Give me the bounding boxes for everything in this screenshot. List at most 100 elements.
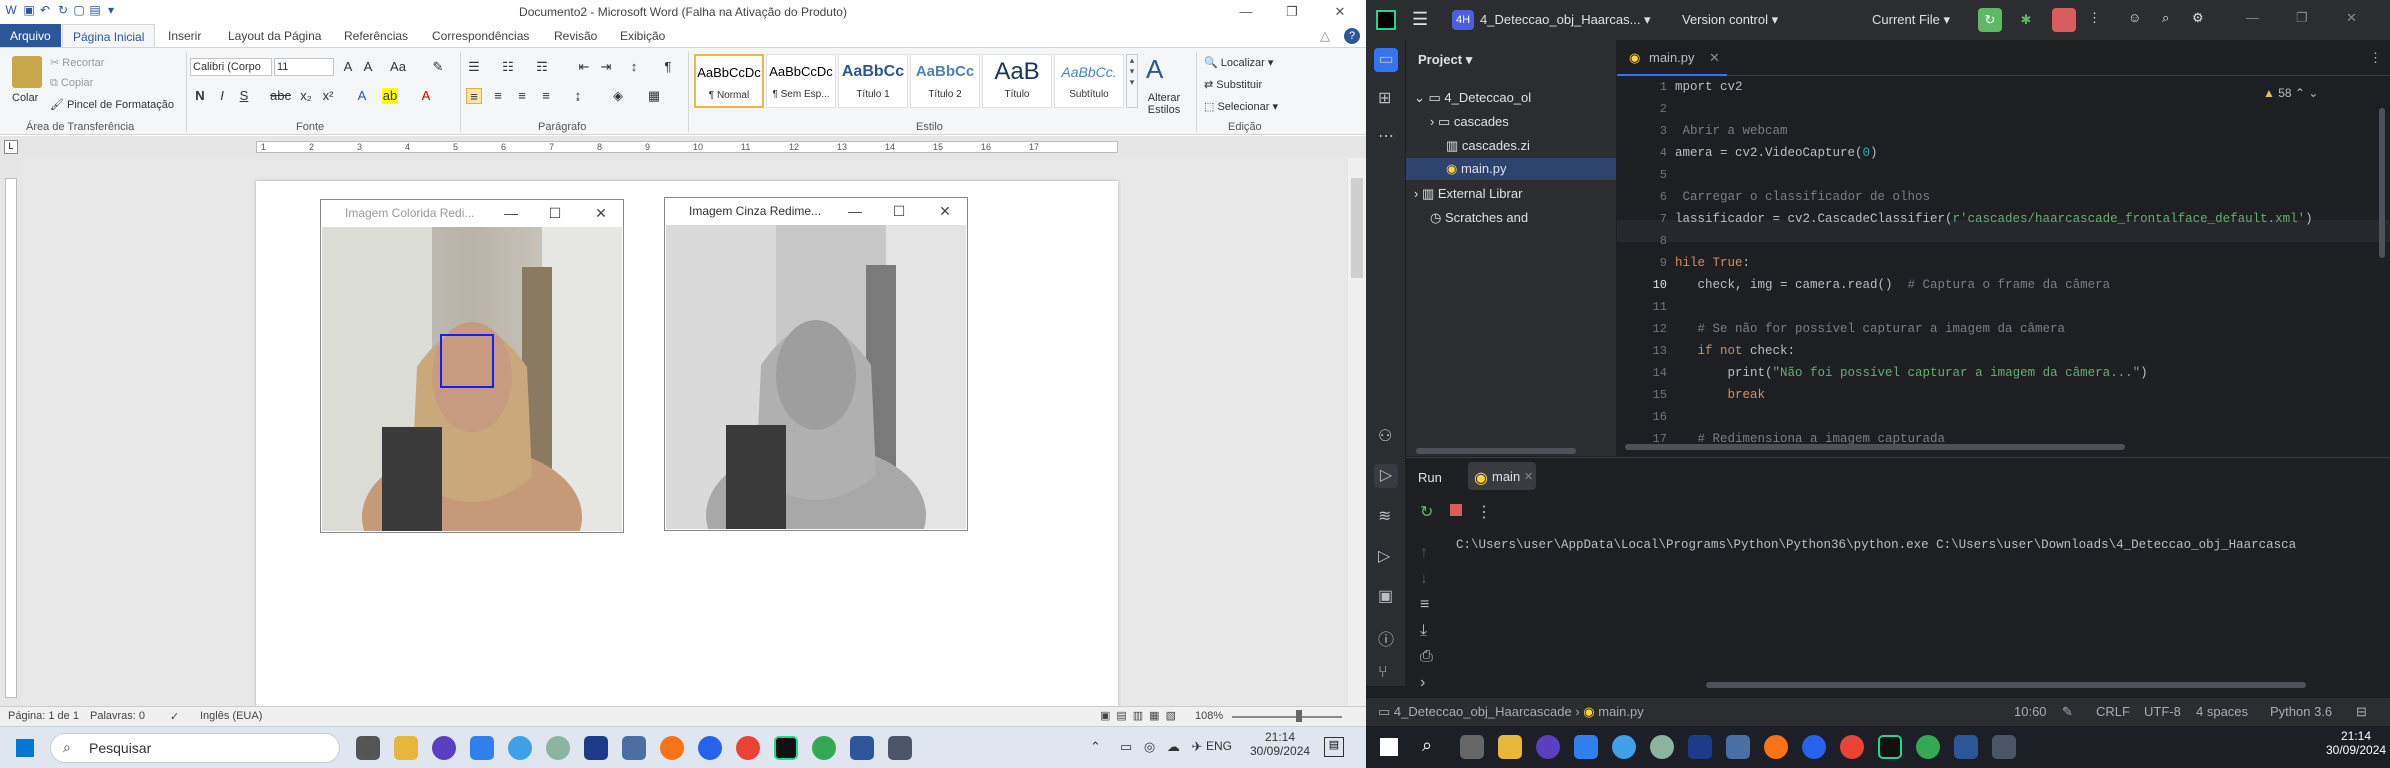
project-hscroll[interactable] — [1416, 448, 1576, 454]
gray-window-titlebar[interactable]: Imagem Cinza Redime... — ☐ ✕ — [665, 198, 967, 224]
chrome-icon[interactable] — [812, 736, 836, 760]
main-menu-icon[interactable]: ☰ — [1412, 9, 1428, 30]
print-icon[interactable]: ⎙ — [1420, 648, 1433, 666]
project-selector[interactable]: 4_Deteccao_obj_Haarcas... ▾ — [1480, 12, 1651, 28]
rerun-icon[interactable]: ↻ — [1978, 8, 2002, 32]
cv-minimize-icon[interactable]: — — [833, 198, 877, 224]
word-icon[interactable] — [1954, 735, 1978, 759]
style-normal[interactable]: AaBbCcDc ¶ Normal — [694, 54, 764, 108]
close-button[interactable]: ✕ — [1320, 0, 1360, 24]
settings-icon[interactable]: ⚙ — [2192, 10, 2204, 26]
eclipse-icon[interactable] — [1536, 735, 1560, 759]
project-badge[interactable]: 4H — [1452, 10, 1474, 30]
shrink-font-icon[interactable]: A — [360, 59, 376, 75]
windows-start-icon[interactable] — [16, 739, 34, 757]
app-icon[interactable] — [698, 736, 722, 760]
project-panel-title[interactable]: Project ▾ — [1418, 52, 1472, 68]
tree-root[interactable]: ⌄ ▭ 4_Deteccao_ol — [1414, 90, 1531, 106]
explorer-icon[interactable] — [1498, 735, 1522, 759]
opencv-color-window[interactable]: Imagem Colorida Redi... — ☐ ✕ — [320, 199, 624, 533]
layers-icon[interactable]: ≋ — [1378, 506, 1391, 526]
italic-icon[interactable]: I — [214, 88, 230, 104]
find-button[interactable]: 🔍 Localizar ▾ — [1204, 56, 1273, 69]
color-window-titlebar[interactable]: Imagem Colorida Redi... — ☐ ✕ — [321, 200, 623, 226]
tab-selector-icon[interactable]: L — [4, 140, 18, 154]
underline-icon[interactable]: S — [236, 88, 252, 104]
input-language[interactable]: ENG — [1206, 739, 1232, 753]
cv-maximize-icon[interactable]: ☐ — [877, 198, 921, 224]
word-count[interactable]: Palavras: 0 — [90, 710, 145, 722]
zoom-slider[interactable] — [1232, 716, 1342, 718]
tray-icons[interactable]: ▭ ◎ ☁ ✈ — [1120, 739, 1206, 755]
view-buttons[interactable]: ▣▤▥▦▧ — [1100, 709, 1182, 722]
run-tab-main[interactable]: ◉ main ✕ — [1468, 462, 1536, 490]
help-icon[interactable]: ? — [1344, 28, 1360, 44]
align-center-icon[interactable]: ≡ — [490, 88, 506, 104]
console-hscroll[interactable] — [1706, 682, 2306, 688]
subscript-icon[interactable]: x₂ — [298, 88, 314, 104]
pycharm-icon[interactable] — [1878, 735, 1902, 759]
windows-start-icon[interactable] — [1380, 738, 1398, 756]
vscode-icon[interactable] — [470, 736, 494, 760]
style-title[interactable]: AaB Título — [982, 54, 1052, 108]
task-view-icon[interactable] — [1460, 735, 1484, 759]
chrome-icon[interactable] — [736, 736, 760, 760]
editor-hscroll[interactable] — [1625, 444, 2125, 450]
app-icon[interactable] — [584, 736, 608, 760]
file-encoding[interactable]: UTF-8 — [2144, 704, 2181, 719]
clock[interactable]: 21:14 30/09/2024 — [2326, 729, 2386, 757]
tab-file[interactable]: Arquivo — [0, 24, 61, 48]
close-tab-icon[interactable]: ✕ — [1709, 50, 1720, 66]
postman-icon[interactable] — [1764, 735, 1788, 759]
grow-font-icon[interactable]: A — [340, 59, 356, 75]
problems-icon[interactable]: ⓘ — [1378, 626, 1394, 650]
cv-minimize-icon[interactable]: — — [489, 200, 533, 226]
change-styles-label[interactable]: Alterar Estilos — [1142, 92, 1186, 116]
taskbar-search[interactable]: ⌕ Pesquisar — [50, 733, 340, 763]
change-case-icon[interactable]: Aa — [390, 59, 406, 75]
structure-tool-icon[interactable]: ⊞ — [1378, 88, 1391, 108]
tab-view[interactable]: Exibição — [610, 24, 675, 48]
close-button[interactable]: ✕ — [2346, 10, 2357, 26]
replace-button[interactable]: ⇄ Substituir — [1204, 78, 1262, 91]
bold-icon[interactable]: N — [192, 88, 208, 104]
add-user-icon[interactable]: ☺ — [2128, 10, 2141, 25]
stop-icon[interactable] — [2052, 8, 2076, 32]
tab-mailings[interactable]: Correspondências — [422, 24, 539, 48]
minimize-button[interactable]: — — [1226, 0, 1266, 24]
change-styles-icon[interactable]: A — [1146, 54, 1163, 85]
sort-icon[interactable]: ↕ — [626, 59, 642, 75]
bullets-icon[interactable]: ☰ — [466, 59, 482, 75]
clock[interactable]: 21:14 30/09/2024 — [1250, 730, 1310, 758]
strikethrough-icon[interactable]: abc — [270, 88, 291, 104]
opencv-gray-window[interactable]: Imagem Cinza Redime... — ☐ ✕ — [664, 197, 968, 531]
run-tool-icon[interactable]: ▷ — [1374, 464, 1398, 488]
python-packages-icon[interactable]: ⚇ — [1378, 426, 1392, 446]
align-right-icon[interactable]: ≡ — [514, 88, 530, 104]
eclipse-icon[interactable] — [432, 736, 456, 760]
multilevel-icon[interactable]: ☶ — [534, 59, 550, 75]
debug-icon[interactable]: ✱ — [2014, 8, 2038, 32]
chrome-icon[interactable] — [1840, 735, 1864, 759]
notification-icon[interactable]: ▤ — [1324, 737, 1344, 757]
run-config-selector[interactable]: Current File ▾ — [1872, 12, 1950, 28]
cv-close-icon[interactable]: ✕ — [923, 198, 967, 224]
vcs-selector[interactable]: Version control ▾ — [1682, 12, 1778, 28]
services-icon[interactable]: ▷ — [1378, 546, 1390, 566]
search-icon[interactable]: ⌕ — [2162, 10, 2169, 26]
paste-label[interactable]: Colar — [12, 92, 38, 104]
pycharm-icon[interactable] — [774, 736, 798, 760]
scroll-up-icon[interactable]: ↑ — [1420, 544, 1428, 562]
app-icon[interactable] — [1726, 735, 1750, 759]
app-icon[interactable] — [622, 736, 646, 760]
readonly-toggle-icon[interactable]: ✎ — [2062, 704, 2073, 720]
zoom-level[interactable]: 108% — [1195, 710, 1223, 722]
line-spacing-icon[interactable]: ↨ — [570, 88, 586, 104]
line-separator[interactable]: CRLF — [2096, 704, 2130, 719]
align-left-icon[interactable]: ≡ — [466, 88, 482, 104]
tray-chevron-icon[interactable]: ⌃ — [1090, 739, 1101, 755]
editor-more-icon[interactable]: ⋮ — [2369, 50, 2382, 66]
cut-button[interactable]: ✂ Recortar — [50, 56, 104, 69]
breadcrumb[interactable]: ▭ 4_Deteccao_obj_Haarcascade › ◉ main.py — [1378, 704, 1644, 720]
soft-wrap-icon[interactable]: ≡ — [1420, 596, 1429, 614]
